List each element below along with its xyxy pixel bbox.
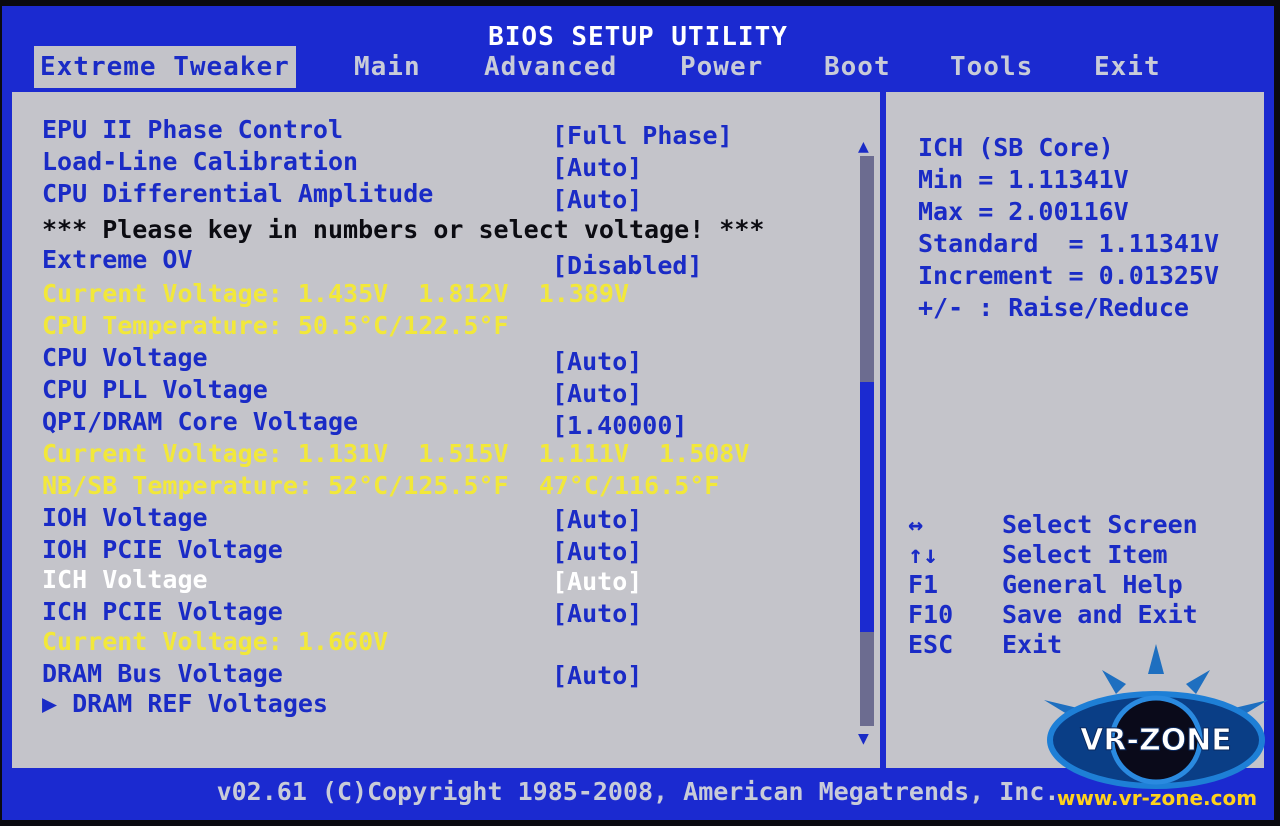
scroll-up-icon[interactable]: ▲ [858, 136, 869, 157]
tab-exit[interactable]: Exit [1094, 46, 1161, 88]
ich-pcie-voltage-value[interactable]: [Auto] [552, 598, 642, 630]
cpu-differential-amplitude-label[interactable]: CPU Differential Amplitude [42, 178, 433, 210]
tab-tools[interactable]: Tools [950, 46, 1033, 88]
arrows-vertical-icon: ↑↓ [908, 540, 939, 569]
logo-wordmark: VR-ZONE [1080, 723, 1232, 758]
epu-phase-control-value[interactable]: [Full Phase] [552, 120, 733, 152]
epu-phase-control-label[interactable]: EPU II Phase Control [42, 114, 343, 146]
ioh-pcie-voltage-value[interactable]: [Auto] [552, 536, 642, 568]
ich-voltage-value[interactable]: [Auto] [552, 566, 642, 598]
cpu-pll-voltage-value[interactable]: [Auto] [552, 378, 642, 410]
scroll-down-icon[interactable]: ▼ [858, 728, 869, 749]
logo-spike-left [1102, 670, 1126, 694]
ich-pcie-voltage-label[interactable]: ICH PCIE Voltage [42, 596, 283, 628]
ich-voltage-label[interactable]: ICH Voltage [42, 564, 208, 596]
qpi-dram-core-voltage-label[interactable]: QPI/DRAM Core Voltage [42, 406, 358, 438]
key-f1: F1 [908, 570, 939, 599]
current-voltage-ich: Current Voltage: 1.660V [42, 627, 389, 656]
cpu-temperature: CPU Temperature: 50.5°C/122.5°F [42, 311, 509, 340]
tab-main[interactable]: Main [354, 46, 421, 88]
cpu-pll-voltage-label[interactable]: CPU PLL Voltage [42, 374, 268, 406]
key-esc: ESC [908, 630, 954, 659]
arrows-horizontal-icon: ↔ [908, 510, 924, 539]
menu-bar: Extreme Tweaker Main Advanced Power Boot… [2, 46, 1274, 90]
voltage-input-note: *** Please key in numbers or select volt… [42, 215, 765, 244]
key-select-screen: Select Screen [1002, 510, 1198, 539]
tab-extreme-tweaker[interactable]: Extreme Tweaker [34, 46, 296, 88]
load-line-calibration-label[interactable]: Load-Line Calibration [42, 146, 358, 178]
load-line-calibration-value[interactable]: [Auto] [552, 152, 642, 184]
cpu-voltage-label[interactable]: CPU Voltage [42, 342, 208, 374]
vr-zone-url: www.vr-zone.com [1056, 786, 1258, 810]
cpu-voltage-value[interactable]: [Auto] [552, 346, 642, 378]
current-voltage-cpu: Current Voltage: 1.435V 1.812V 1.389V [42, 279, 629, 308]
tab-power[interactable]: Power [680, 46, 763, 88]
key-f10: F10 [908, 600, 954, 629]
key-save-and-exit: Save and Exit [1002, 600, 1198, 629]
scrollbar-thumb[interactable] [860, 382, 874, 632]
dram-ref-voltages-submenu[interactable]: ▶ DRAM REF Voltages [42, 688, 328, 720]
current-voltage-qpi: Current Voltage: 1.131V 1.515V 1.111V 1.… [42, 439, 750, 468]
help-increment: Increment = 0.01325V [918, 261, 1220, 290]
extreme-ov-label[interactable]: Extreme OV [42, 244, 193, 276]
help-min: Min = 1.11341V [918, 165, 1129, 194]
vr-zone-logo: VR-ZONE [1044, 644, 1268, 789]
logo-spike-top [1148, 644, 1164, 674]
key-select-item: Select Item [1002, 540, 1168, 569]
dram-bus-voltage-value[interactable]: [Auto] [552, 660, 642, 692]
help-raise-reduce: +/- : Raise/Reduce [918, 293, 1189, 322]
tab-boot[interactable]: Boot [824, 46, 891, 88]
ioh-pcie-voltage-label[interactable]: IOH PCIE Voltage [42, 534, 283, 566]
tab-advanced[interactable]: Advanced [484, 46, 617, 88]
nb-sb-temperature: NB/SB Temperature: 52°C/125.5°F 47°C/116… [42, 471, 720, 500]
help-max: Max = 2.00116V [918, 197, 1129, 226]
help-standard: Standard = 1.11341V [918, 229, 1220, 258]
logo-spike-right [1186, 670, 1210, 694]
panel-divider [880, 92, 886, 768]
help-item-title: ICH (SB Core) [918, 133, 1114, 162]
cpu-differential-amplitude-value[interactable]: [Auto] [552, 184, 642, 216]
ioh-voltage-value[interactable]: [Auto] [552, 504, 642, 536]
ioh-voltage-label[interactable]: IOH Voltage [42, 502, 208, 534]
dram-bus-voltage-label[interactable]: DRAM Bus Voltage [42, 658, 283, 690]
key-general-help: General Help [1002, 570, 1183, 599]
